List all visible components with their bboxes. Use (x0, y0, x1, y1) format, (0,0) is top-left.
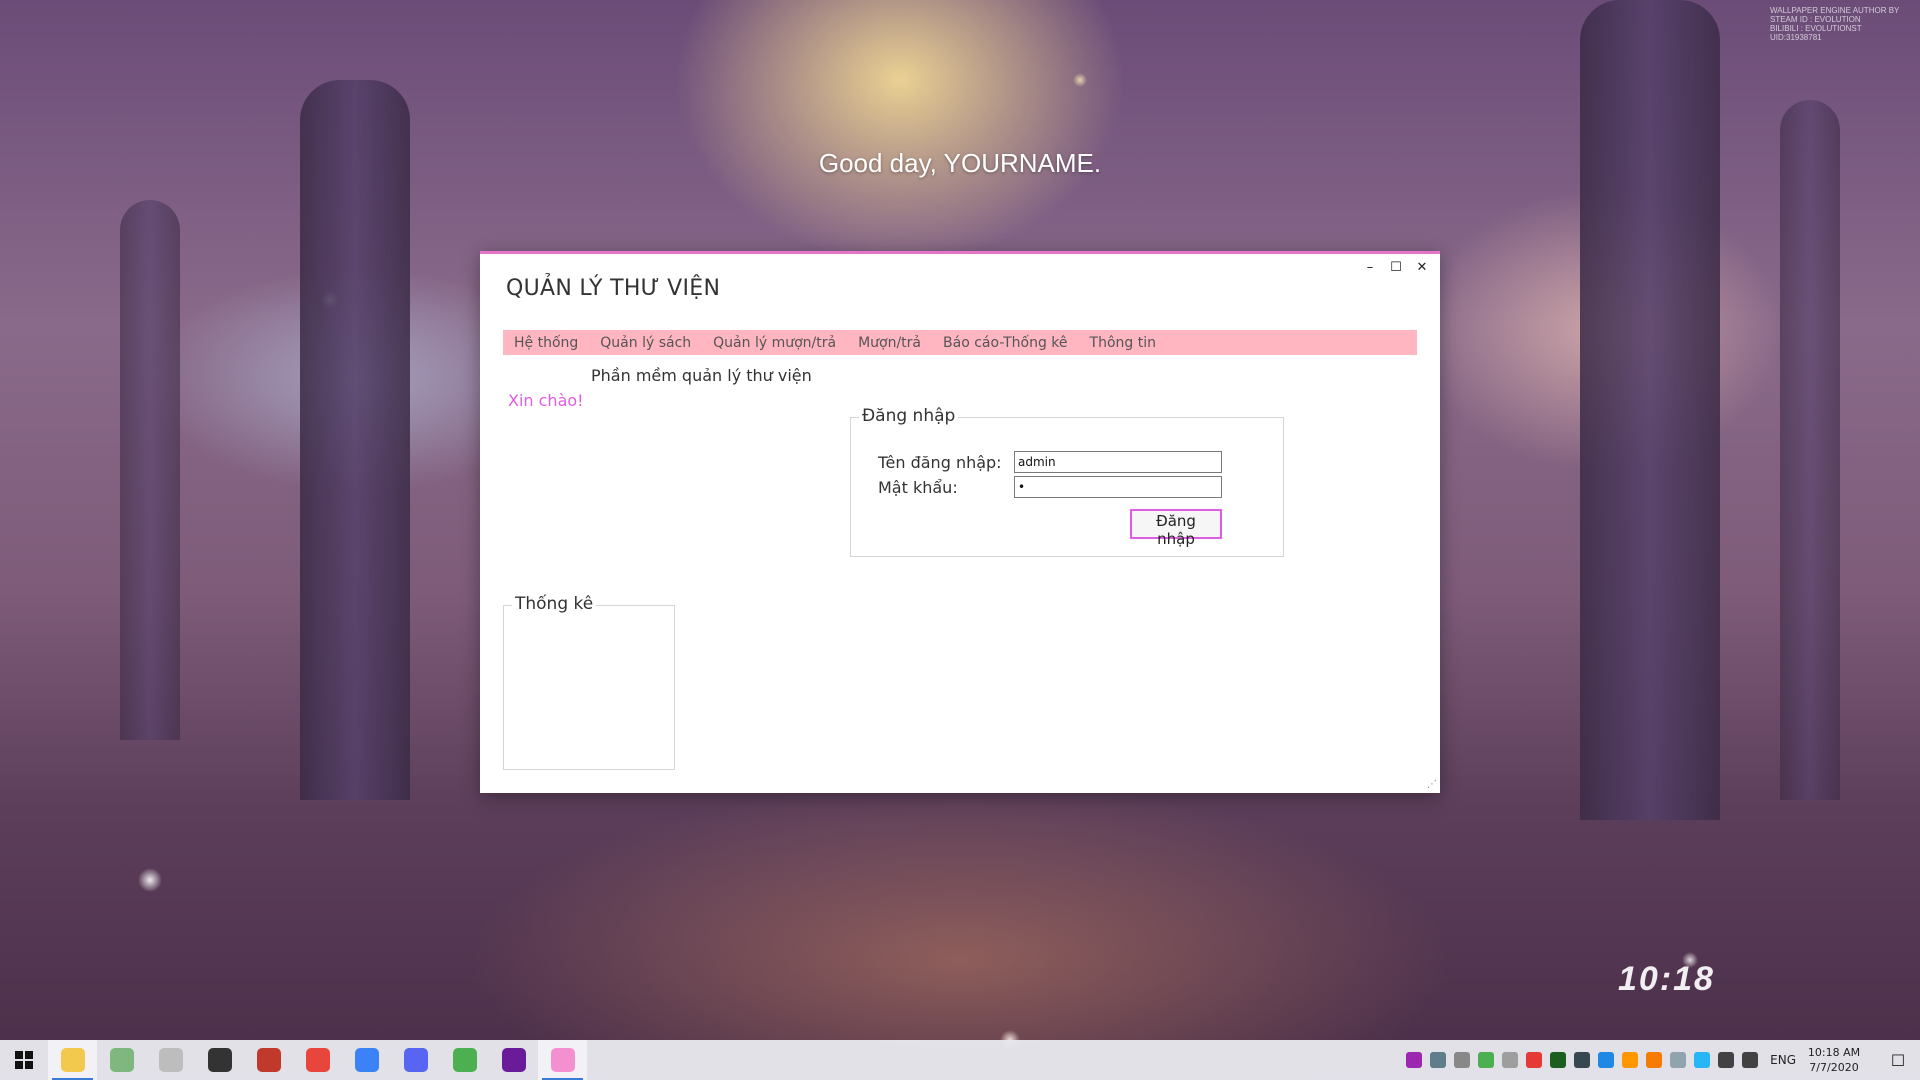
taskbar-app-9[interactable] (489, 1040, 538, 1080)
tray-nvidia-icon[interactable] (1550, 1052, 1567, 1068)
tray-steam-icon[interactable] (1574, 1052, 1591, 1068)
tray-app-8-icon[interactable] (1694, 1052, 1711, 1068)
tray-app-7-icon[interactable] (1670, 1052, 1687, 1068)
username-label: Tên đăng nhập: (878, 453, 1002, 472)
minimize-button[interactable]: – (1362, 259, 1378, 275)
taskbar-apps (48, 1040, 587, 1080)
taskbar-app-8[interactable] (440, 1040, 489, 1080)
taskbar-app-1[interactable] (97, 1040, 146, 1080)
wallpaper-credit: WALLPAPER ENGINE AUTHOR BY STEAM ID : EV… (1770, 6, 1900, 42)
menu-quan-ly-sach[interactable]: Quản lý sách (589, 335, 702, 351)
username-input[interactable] (1014, 451, 1222, 473)
menu-quan-ly-muon-tra[interactable]: Quản lý mượn/trả (702, 335, 847, 351)
app-title: QUẢN LÝ THƯ VIỆN (506, 276, 721, 301)
discord-icon (403, 1048, 428, 1072)
wallpaper-clock: 10:18 (1618, 960, 1715, 998)
resize-grip-icon[interactable]: ⋰ (1427, 779, 1437, 790)
tray-app-3-icon[interactable] (1478, 1052, 1495, 1068)
library-app-icon (550, 1048, 575, 1072)
wallpaper-tree-right (1580, 0, 1720, 820)
windows-logo-icon (15, 1051, 33, 1069)
start-button[interactable] (0, 1040, 48, 1080)
menu-bao-cao-thong-ke[interactable]: Báo cáo-Thống kê (932, 335, 1079, 351)
tray-network-icon[interactable] (1718, 1052, 1735, 1068)
tray-app-5-icon[interactable] (1622, 1052, 1639, 1068)
language-indicator[interactable]: ENG (1770, 1053, 1796, 1067)
tray-app-4-icon[interactable] (1598, 1052, 1615, 1068)
purple-app-icon (501, 1048, 526, 1072)
tray-volume-icon[interactable] (1742, 1052, 1759, 1068)
taskbar-app-10[interactable] (538, 1040, 587, 1080)
taskbar-time: 10:18 AM (1807, 1046, 1861, 1059)
app-subtitle: Phần mềm quản lý thư viện (591, 366, 812, 385)
tray-icons (1402, 1052, 1762, 1068)
notepad-icon (452, 1048, 477, 1072)
tray-usb-icon[interactable] (1454, 1052, 1471, 1068)
disc-app-icon (158, 1048, 183, 1072)
wallpaper-tree-right-2 (1780, 100, 1840, 800)
password-label: Mật khẩu: (878, 478, 958, 497)
browser-icon (354, 1048, 379, 1072)
game-launcher-icon (256, 1048, 281, 1072)
chrome-icon (305, 1048, 330, 1072)
taskbar-app-4[interactable] (244, 1040, 293, 1080)
menu-bar: Hệ thống Quản lý sách Quản lý mượn/trả M… (503, 330, 1417, 355)
notification-center-icon[interactable]: ☐ (1876, 1040, 1920, 1080)
hello-label: Xin chào! (508, 391, 584, 410)
tray-app-6-icon[interactable] (1646, 1052, 1663, 1068)
library-app-window: – ☐ ✕ QUẢN LÝ THƯ VIỆN Hệ thống Quản lý … (480, 251, 1440, 793)
taskbar-app-5[interactable] (293, 1040, 342, 1080)
close-button[interactable]: ✕ (1414, 259, 1430, 275)
desktop-greeting: Good day, YOURNAME. (818, 148, 1102, 178)
maximize-button[interactable]: ☐ (1388, 259, 1404, 275)
taskbar-app-3[interactable] (195, 1040, 244, 1080)
wallpaper-tree-left-2 (120, 200, 180, 740)
taskbar-app-0[interactable] (48, 1040, 97, 1080)
window-controls: – ☐ ✕ (1362, 259, 1430, 275)
taskbar-clock[interactable]: 10:18 AM 7/7/2020 (1806, 1045, 1862, 1075)
password-input[interactable] (1014, 476, 1222, 498)
system-tray: ENG 10:18 AM 7/7/2020 ☐ (1402, 1040, 1920, 1080)
taskbar-date: 7/7/2020 (1809, 1061, 1859, 1074)
login-button[interactable]: Đăng nhập (1130, 509, 1222, 548)
login-group-label: Đăng nhập (859, 406, 959, 426)
taskbar-app-2[interactable] (146, 1040, 195, 1080)
menu-he-thong[interactable]: Hệ thống (503, 335, 589, 351)
stats-group: Thống kê (503, 594, 675, 770)
taskbar-app-6[interactable] (342, 1040, 391, 1080)
taskbar: ENG 10:18 AM 7/7/2020 ☐ (0, 1040, 1920, 1080)
menu-thong-tin[interactable]: Thông tin (1079, 335, 1167, 351)
tray-app-2-icon[interactable] (1430, 1052, 1447, 1068)
login-group: Đăng nhập Tên đăng nhập: Mật khẩu: Đăng … (850, 406, 1284, 557)
tray-cloud-icon[interactable] (1502, 1052, 1519, 1068)
file-explorer-icon (60, 1048, 85, 1072)
menu-muon-tra[interactable]: Mượn/trả (847, 335, 932, 351)
tray-vivaldi-icon[interactable] (1526, 1052, 1543, 1068)
steam-like-icon (207, 1048, 232, 1072)
pinwheel-app-icon (109, 1048, 134, 1072)
stats-group-label: Thống kê (512, 594, 597, 614)
wallpaper-tree-left (300, 80, 410, 800)
taskbar-app-7[interactable] (391, 1040, 440, 1080)
tray-app-1-icon[interactable] (1406, 1052, 1423, 1068)
